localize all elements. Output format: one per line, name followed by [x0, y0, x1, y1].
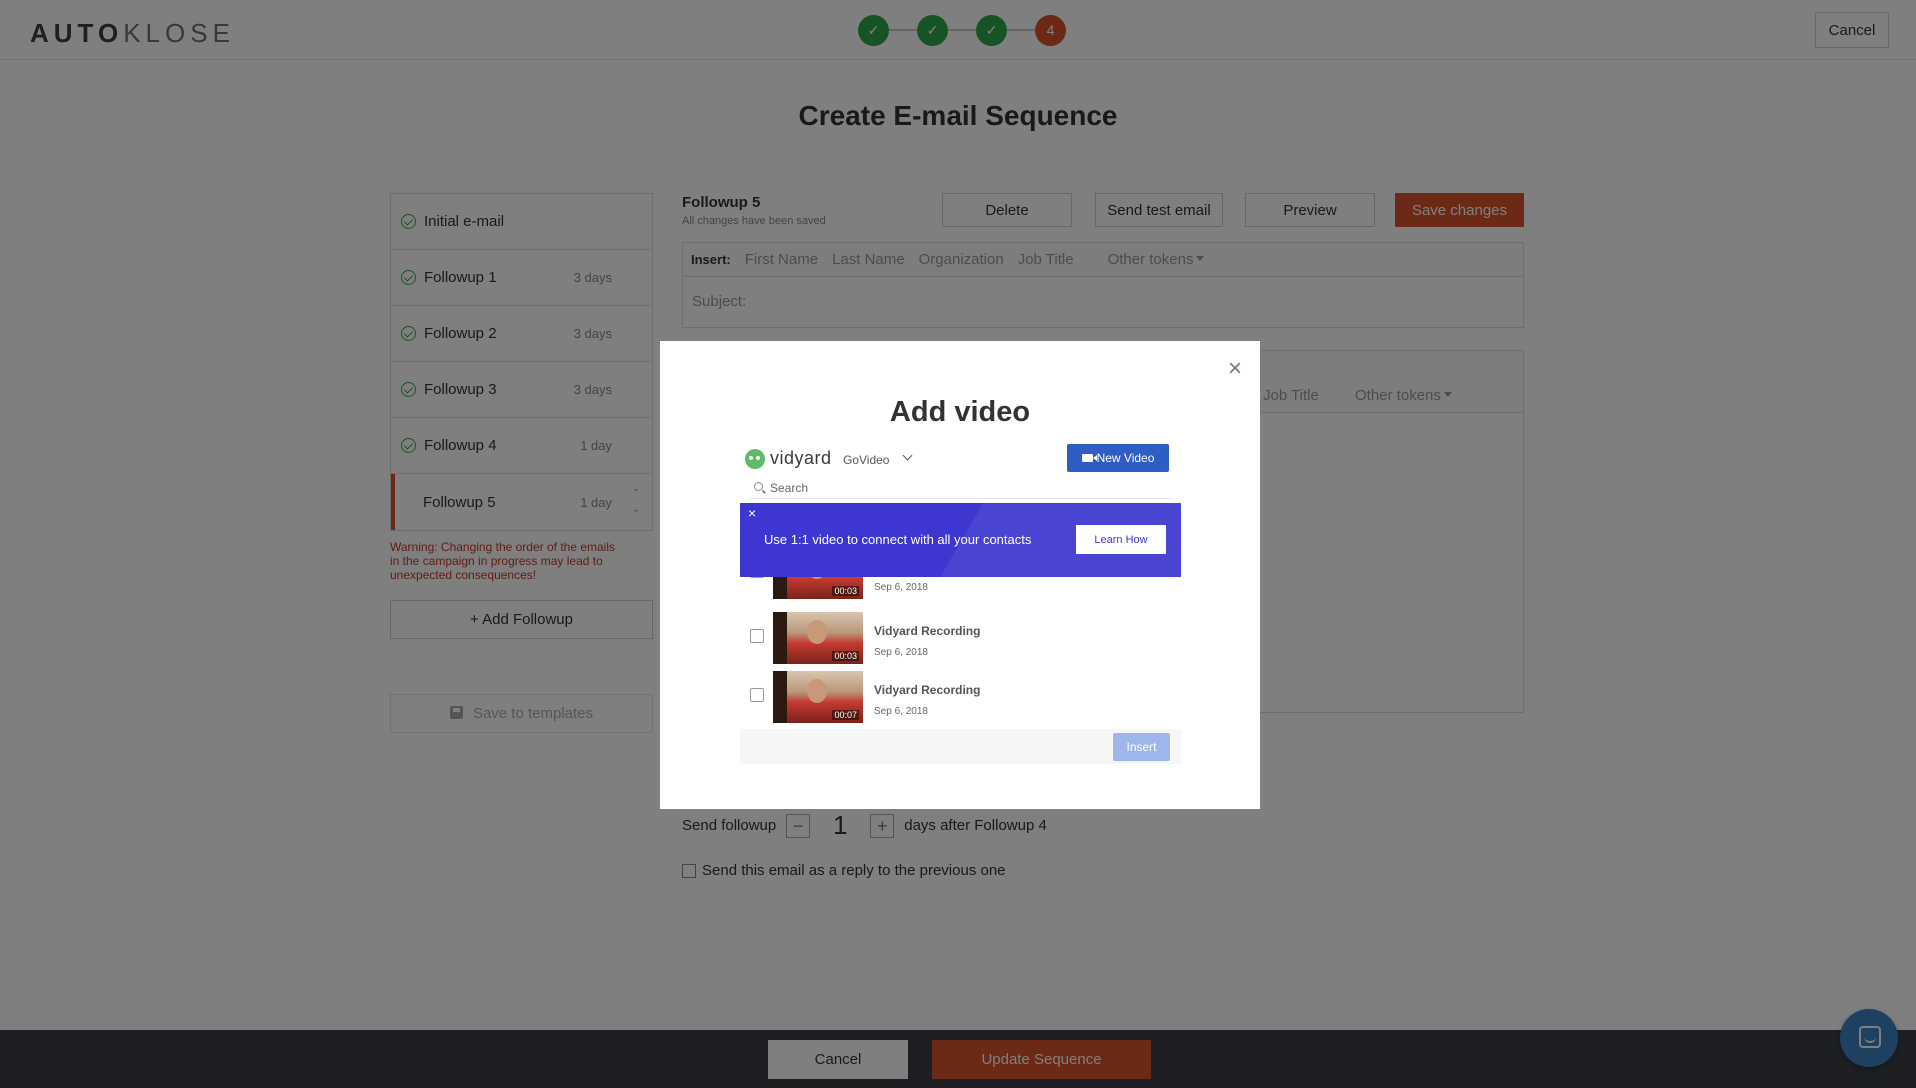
video-thumbnail: 00:07 [773, 671, 863, 723]
video-camera-icon [1081, 454, 1097, 462]
workspace-selector[interactable]: GoVideo [843, 453, 889, 467]
learn-how-button[interactable]: Learn How [1076, 525, 1166, 554]
video-item[interactable]: 00:03 Sep 6, 2018 [740, 577, 1181, 599]
video-search-input[interactable]: Search [750, 477, 1171, 499]
video-item[interactable]: 00:07 Vidyard Recording Sep 6, 2018 [740, 671, 1181, 723]
video-thumbnail: 00:03 [773, 612, 863, 664]
insert-button[interactable]: Insert [1113, 733, 1170, 761]
video-list: 00:03 Sep 6, 2018 00:03 Vidyard Recordin… [740, 577, 1181, 727]
video-checkbox[interactable] [750, 629, 764, 643]
vidyard-logo-icon [745, 449, 765, 469]
add-video-modal: × Add video vidyard GoVideo New Video Se… [660, 341, 1260, 809]
banner-close-icon[interactable]: × [748, 505, 756, 521]
vidyard-header: vidyard GoVideo New Video [740, 441, 1181, 474]
search-icon [754, 482, 763, 491]
close-icon[interactable]: × [1228, 357, 1242, 381]
video-checkbox[interactable] [750, 577, 764, 578]
video-checkbox[interactable] [750, 688, 764, 702]
chevron-down-icon[interactable] [902, 450, 913, 461]
new-video-button[interactable]: New Video [1067, 444, 1169, 472]
modal-title: Add video [889, 396, 1031, 428]
video-item[interactable]: 00:03 Vidyard Recording Sep 6, 2018 [740, 612, 1181, 664]
banner-text: Use 1:1 video to connect with all your c… [764, 532, 1032, 547]
vidyard-promo-banner: × Use 1:1 video to connect with all your… [740, 503, 1181, 577]
vidyard-brand: vidyard [770, 448, 832, 468]
vidyard-footer: Insert [740, 729, 1181, 764]
vidyard-embed: vidyard GoVideo New Video Search 00:03 S… [740, 441, 1181, 764]
video-thumbnail: 00:03 [773, 577, 863, 599]
